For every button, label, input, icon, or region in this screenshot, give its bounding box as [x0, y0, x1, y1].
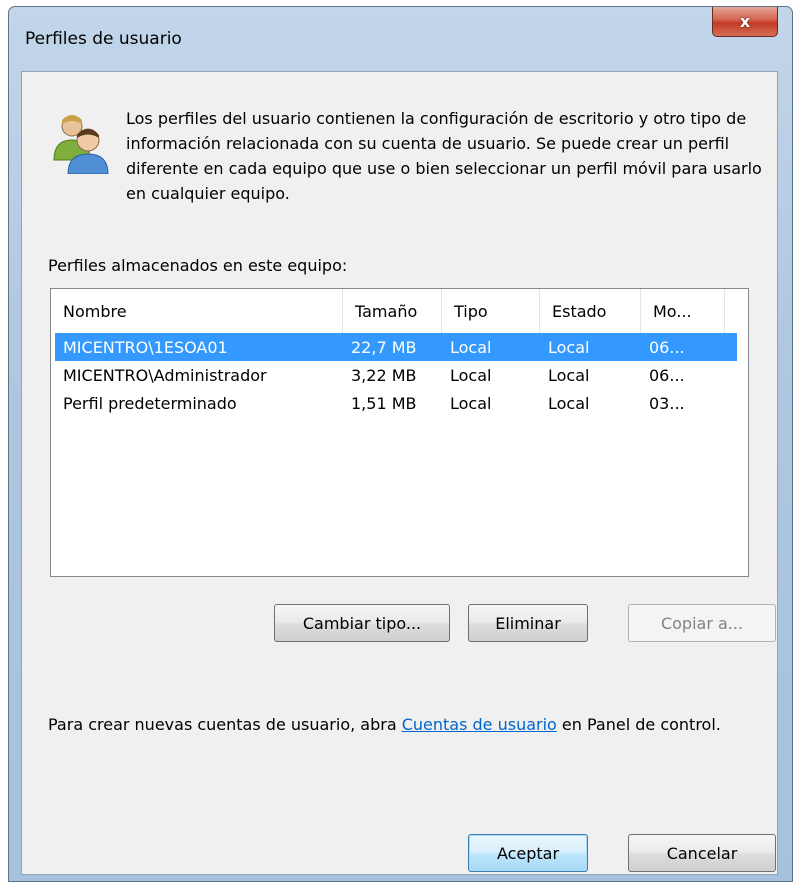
cell-modified: 06... [649, 337, 685, 357]
cell-type: Local [450, 337, 492, 357]
intro-description: Los perfiles del usuario contienen la co… [126, 109, 762, 203]
listview-header: Nombre Tamaño Tipo Estado Mo... [51, 289, 748, 333]
profiles-listview[interactable]: Nombre Tamaño Tipo Estado Mo... MICENTRO… [50, 288, 749, 577]
column-header-size[interactable]: Tamaño [343, 289, 442, 333]
table-row[interactable]: Perfil predeterminado 1,51 MB Local Loca… [51, 389, 748, 417]
window-title: Perfiles de usuario [25, 29, 182, 49]
change-type-button[interactable]: Cambiar tipo... [274, 604, 450, 642]
cell-name: MICENTRO\Administrador [63, 365, 267, 385]
cancel-button[interactable]: Cancelar [628, 834, 776, 872]
cell-status: Local [548, 337, 590, 357]
cell-name: Perfil predeterminado [63, 393, 237, 413]
column-header-type[interactable]: Tipo [442, 289, 540, 333]
table-row[interactable]: MICENTRO\1ESOA01 22,7 MB Local Local 06.… [51, 333, 748, 361]
cell-type: Local [450, 393, 492, 413]
close-button[interactable]: x [712, 7, 778, 37]
close-icon: x [739, 12, 751, 31]
stored-profiles-label: Perfiles almacenados en este equipo: [48, 256, 348, 275]
cell-status: Local [548, 365, 590, 385]
cell-size: 22,7 MB [351, 337, 417, 357]
delete-button[interactable]: Eliminar [468, 604, 588, 642]
copy-to-button[interactable]: Copiar a... [628, 604, 776, 642]
footer-text-after: en Panel de control. [556, 715, 721, 734]
cell-size: 3,22 MB [351, 365, 417, 385]
accept-button[interactable]: Aceptar [468, 834, 588, 872]
users-icon [53, 115, 109, 174]
column-header-name[interactable]: Nombre [51, 289, 343, 333]
column-header-modified[interactable]: Mo... [641, 289, 725, 333]
listview-rows: MICENTRO\1ESOA01 22,7 MB Local Local 06.… [51, 333, 748, 417]
table-row[interactable]: MICENTRO\Administrador 3,22 MB Local Loc… [51, 361, 748, 389]
cell-status: Local [548, 393, 590, 413]
cell-modified: 03... [649, 393, 685, 413]
user-accounts-link[interactable]: Cuentas de usuario [402, 715, 557, 734]
dialog-client-area: Los perfiles del usuario contienen la co… [21, 71, 778, 875]
cell-modified: 06... [649, 365, 685, 385]
column-header-status[interactable]: Estado [540, 289, 641, 333]
footer-text: Para crear nuevas cuentas de usuario, ab… [48, 712, 748, 737]
footer-text-before: Para crear nuevas cuentas de usuario, ab… [48, 715, 402, 734]
cell-name: MICENTRO\1ESOA01 [63, 337, 228, 357]
cell-size: 1,51 MB [351, 393, 417, 413]
cell-type: Local [450, 365, 492, 385]
dialog-window: Perfiles de usuario x Los perfiles del u… [8, 6, 793, 882]
